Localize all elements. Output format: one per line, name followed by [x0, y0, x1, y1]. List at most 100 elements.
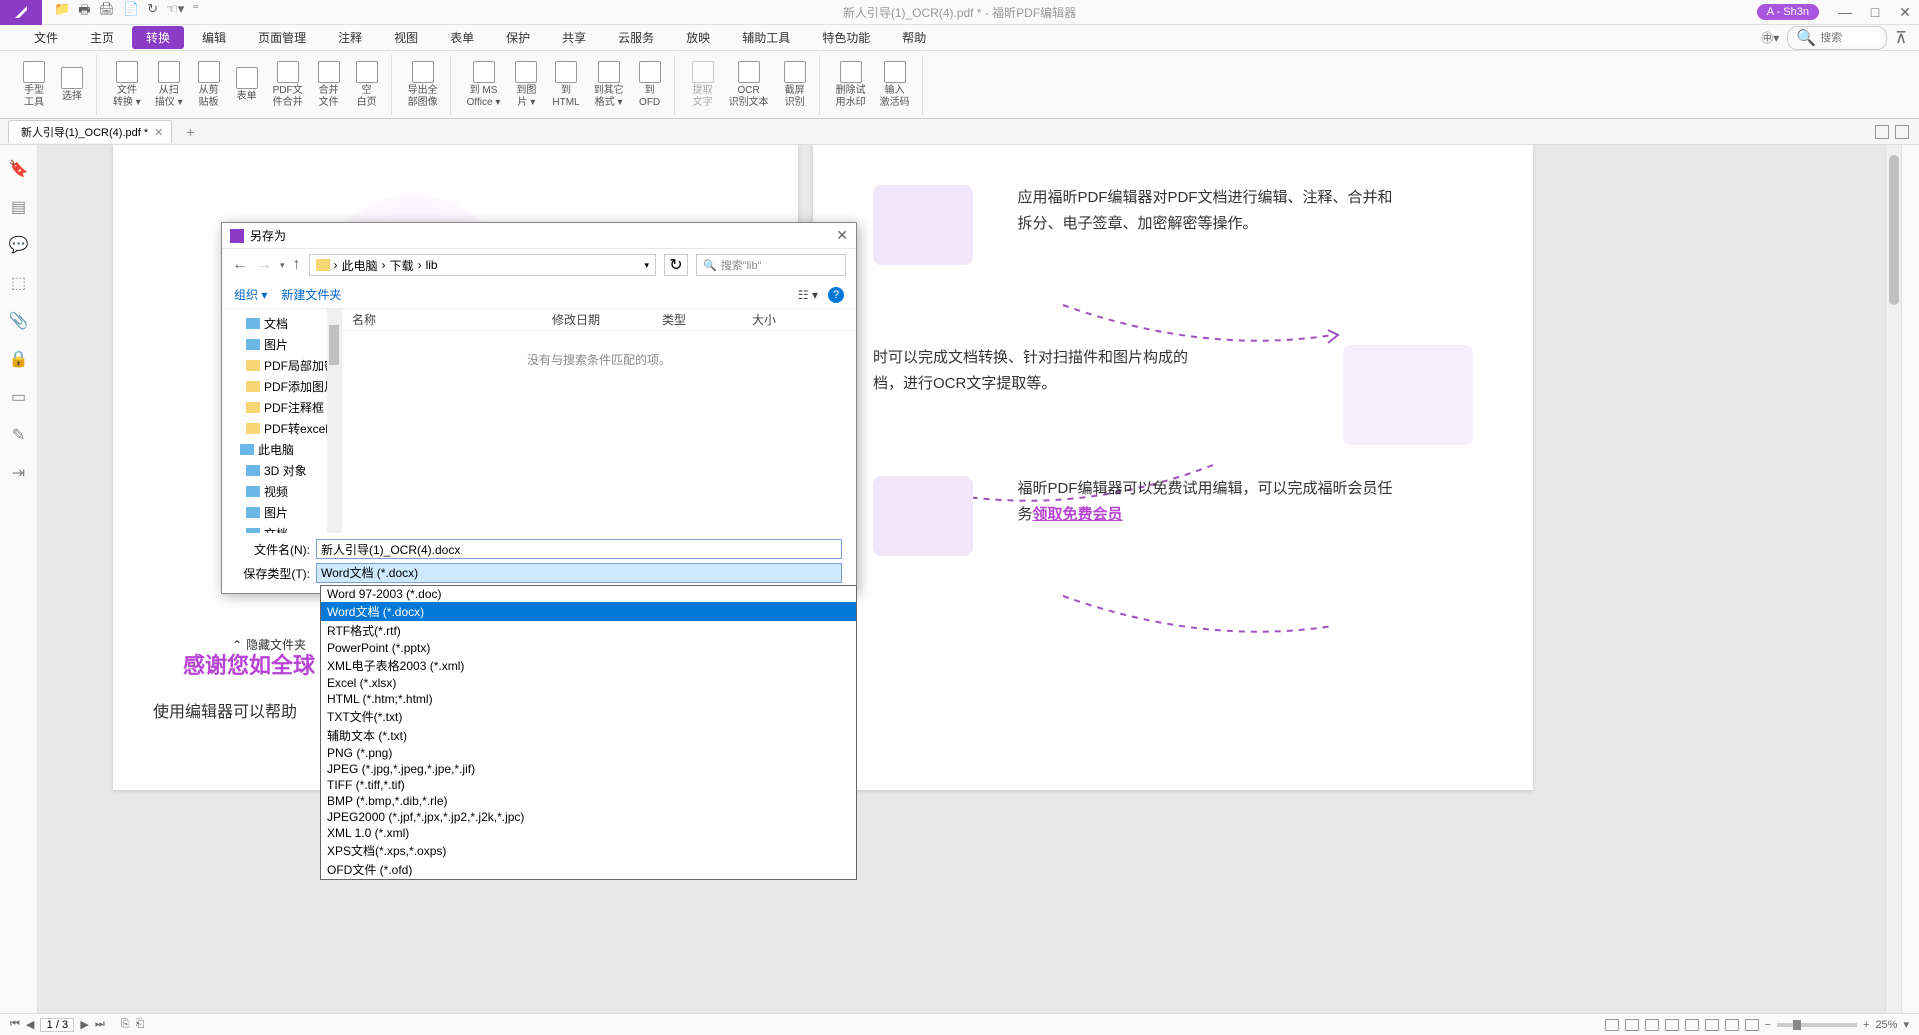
breadcrumb[interactable]: › 此电脑 › 下载 › lib ▾ — [309, 254, 656, 276]
view-single-icon[interactable] — [1605, 1019, 1619, 1031]
tree-item[interactable]: PDF注释框 — [222, 397, 341, 418]
search-input[interactable] — [1820, 32, 1880, 44]
filetype-option[interactable]: Word 97-2003 (*.doc) — [321, 586, 856, 602]
nav-up-button[interactable]: ↑ — [293, 256, 301, 274]
ribbon-button[interactable]: 删除试 用水印 — [830, 59, 872, 111]
tree-scrollbar[interactable] — [327, 309, 341, 533]
ribbon-button[interactable]: 从剪 贴板 — [191, 59, 227, 111]
menu-share[interactable]: 共享 — [548, 26, 600, 49]
menu-features[interactable]: 特色功能 — [808, 26, 884, 49]
ribbon-button[interactable]: 输入 激活码 — [874, 59, 916, 111]
tree-item[interactable]: 文档 — [222, 523, 341, 533]
scrollbar-thumb[interactable] — [1889, 155, 1899, 305]
menu-view[interactable]: 视图 — [380, 26, 432, 49]
column-headers[interactable]: 名称 修改日期 类型 大小 — [342, 309, 856, 331]
ribbon-button[interactable]: 到其它 格式 ▾ — [588, 59, 630, 111]
filetype-option[interactable]: Word文档 (*.docx) — [321, 602, 856, 621]
view-fullscreen-icon[interactable] — [1745, 1019, 1759, 1031]
nav-back-icon[interactable]: ⎗ — [136, 1018, 145, 1031]
refresh-button[interactable]: ↻ — [664, 254, 688, 276]
pages-icon[interactable]: ▤ — [10, 198, 28, 216]
open-icon[interactable]: 📁 — [54, 1, 70, 23]
menu-protect[interactable]: 保护 — [492, 26, 544, 49]
hide-folders-toggle[interactable]: ⌃ 隐藏文件夹 — [232, 636, 306, 653]
zoom-out-button[interactable]: − — [1765, 1019, 1771, 1031]
filetype-option[interactable]: XPS文档(*.xps,*.oxps) — [321, 841, 856, 860]
last-page-icon[interactable]: ⏭ — [95, 1018, 105, 1031]
signature-icon[interactable]: ✎ — [10, 426, 28, 444]
ribbon-button[interactable]: 到 MS Office ▾ — [461, 59, 507, 111]
filetype-option[interactable]: 辅助文本 (*.txt) — [321, 726, 856, 745]
dialog-search-box[interactable]: 🔍 搜索"lib" — [696, 254, 846, 276]
filetype-select[interactable]: Word文档 (*.docx) — [316, 563, 842, 583]
menu-convert[interactable]: 转换 — [132, 26, 184, 49]
new-folder-button[interactable]: 新建文件夹 — [281, 286, 341, 303]
col-name[interactable]: 名称 — [342, 311, 542, 328]
view-options-button[interactable]: ☷ ▾ — [798, 288, 818, 302]
view-facing-icon[interactable] — [1645, 1019, 1659, 1031]
menu-present[interactable]: 放映 — [672, 26, 724, 49]
menu-pages[interactable]: 页面管理 — [244, 26, 320, 49]
menu-edit[interactable]: 编辑 — [188, 26, 240, 49]
col-size[interactable]: 大小 — [742, 311, 812, 328]
menu-home[interactable]: 主页 — [76, 26, 128, 49]
tree-item[interactable]: 图片 — [222, 502, 341, 523]
tree-item[interactable]: 文档 — [222, 313, 341, 334]
filetype-option[interactable]: BMP (*.bmp,*.dib,*.rle) — [321, 793, 856, 809]
document-tab[interactable]: 新人引导(1)_OCR(4).pdf * ✕ — [8, 120, 172, 143]
tree-item[interactable]: PDF添加图片 — [222, 376, 341, 397]
tree-item[interactable]: PDF局部加密、F — [222, 355, 341, 376]
filetype-option[interactable]: JPEG2000 (*.jpf,*.jpx,*.jp2,*.j2k,*.jpc) — [321, 809, 856, 825]
menu-cloud[interactable]: 云服务 — [604, 26, 668, 49]
tree-item[interactable]: 视频 — [222, 481, 341, 502]
maximize-button[interactable]: □ — [1861, 3, 1889, 21]
view-fit-icon[interactable] — [1705, 1019, 1719, 1031]
qat-more-icon[interactable]: ⁼ — [192, 1, 199, 23]
collapse-icon[interactable]: ⇥ — [10, 464, 28, 482]
zoom-slider[interactable] — [1777, 1023, 1857, 1027]
filetype-option[interactable]: XML电子表格2003 (*.xml) — [321, 656, 856, 675]
col-type[interactable]: 类型 — [652, 311, 742, 328]
layers-icon[interactable]: ⬚ — [10, 274, 28, 292]
crumb-pc[interactable]: 此电脑 — [342, 257, 378, 274]
tree-item[interactable]: 3D 对象 — [222, 460, 341, 481]
new-icon[interactable]: 📄 — [123, 1, 139, 23]
ribbon-button[interactable]: 手型 工具 — [16, 59, 52, 111]
first-page-icon[interactable]: ⏮ — [10, 1018, 20, 1031]
nav-back-button[interactable]: ← — [232, 256, 248, 274]
crumb-dropdown-icon[interactable]: ▾ — [644, 260, 649, 271]
view-mode-grid-icon[interactable] — [1875, 125, 1889, 139]
bookmark-icon[interactable]: 🔖 — [10, 160, 28, 178]
ribbon-button[interactable]: PDF文 件合并 — [267, 59, 309, 111]
menu-comment[interactable]: 注释 — [324, 26, 376, 49]
ribbon-button[interactable]: 到 HTML — [546, 59, 585, 111]
vertical-scrollbar[interactable] — [1885, 145, 1901, 1013]
filetype-option[interactable]: RTF格式(*.rtf) — [321, 621, 856, 640]
nav-recent-dropdown[interactable]: ▾ — [280, 260, 285, 271]
file-list[interactable]: 名称 修改日期 类型 大小 没有与搜索条件匹配的项。 — [342, 309, 856, 533]
tree-item[interactable]: 图片 — [222, 334, 341, 355]
filetype-option[interactable]: XML 1.0 (*.xml) — [321, 825, 856, 841]
filetype-option[interactable]: HTML (*.htm;*.html) — [321, 691, 856, 707]
tab-close-icon[interactable]: ✕ — [154, 126, 163, 139]
close-button[interactable]: ✕ — [1891, 3, 1919, 21]
menu-file[interactable]: 文件 — [20, 26, 72, 49]
filetype-option[interactable]: JPEG (*.jpg,*.jpeg,*.jpe,*.jif) — [321, 761, 856, 777]
print-icon[interactable]: 🖨 — [98, 1, 115, 23]
comment-icon[interactable]: 💬 — [10, 236, 28, 254]
ribbon-button[interactable]: 截屏 识别 — [777, 59, 813, 111]
dialog-close-button[interactable]: ✕ — [836, 227, 848, 244]
free-member-link[interactable]: 领取免费会员 — [1032, 506, 1122, 523]
redo-icon[interactable]: ↻ — [147, 1, 158, 23]
filetype-dropdown[interactable]: Word 97-2003 (*.doc)Word文档 (*.docx)RTF格式… — [320, 585, 857, 880]
undo-icon[interactable]: ☜▾ — [166, 1, 184, 23]
filetype-option[interactable]: TIFF (*.tiff,*.tif) — [321, 777, 856, 793]
filetype-option[interactable]: TXT文件(*.txt) — [321, 707, 856, 726]
collapse-ribbon-icon[interactable]: ⊼ — [1895, 28, 1907, 48]
page-number-input[interactable] — [40, 1018, 74, 1032]
ribbon-button[interactable]: 空 白页 — [349, 59, 385, 111]
next-page-icon[interactable]: ▶ — [80, 1018, 88, 1031]
zoom-in-button[interactable]: + — [1863, 1019, 1869, 1031]
menu-help[interactable]: 帮助 — [888, 26, 940, 49]
ribbon-button[interactable]: 导出全 部图像 — [402, 59, 444, 111]
